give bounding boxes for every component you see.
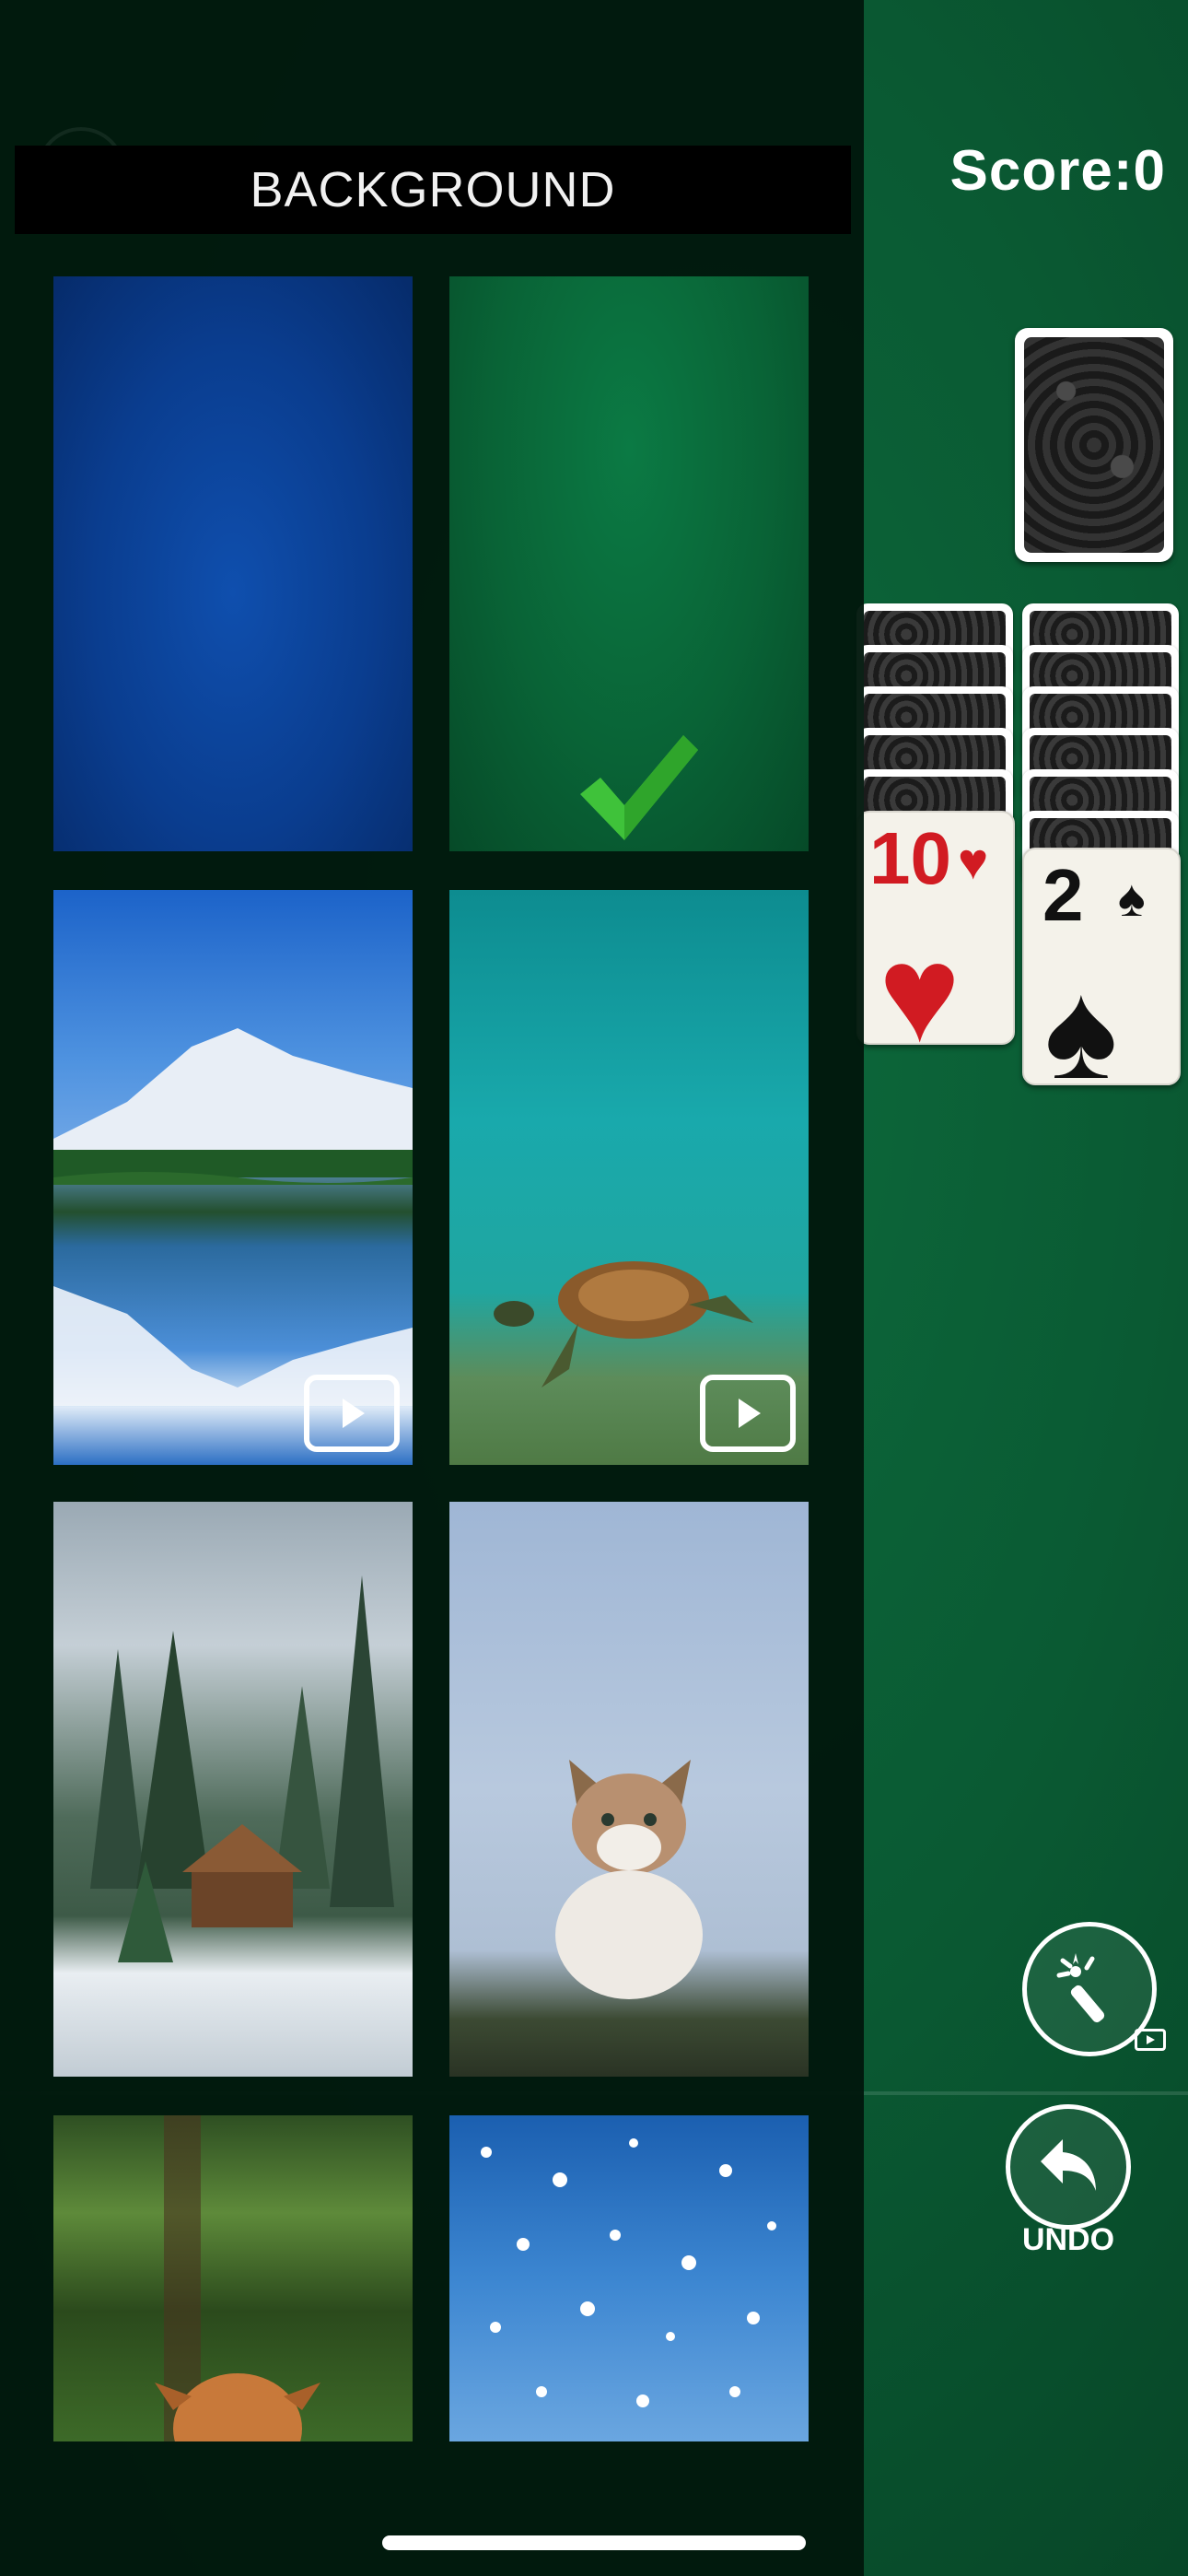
background-tile-cat[interactable] — [449, 1502, 809, 2077]
background-tile-blue[interactable] — [53, 276, 413, 851]
drawer-header: BACKGROUND — [15, 146, 851, 234]
snowfall-artwork — [481, 2138, 776, 2407]
background-tile-winter-cabin[interactable] — [53, 1502, 413, 2077]
winter-cabin-artwork — [90, 1575, 394, 1962]
magic-wand-icon — [1056, 1953, 1105, 2023]
background-tile-mountain-lake[interactable] — [53, 890, 413, 1465]
stock-pile[interactable] — [1015, 328, 1173, 562]
undo-button[interactable] — [1006, 2104, 1131, 2230]
undo-label: UNDO — [1021, 2222, 1115, 2257]
selected-check-icon — [580, 735, 698, 840]
watch-ad-button[interactable] — [700, 1375, 796, 1452]
play-icon — [739, 1399, 761, 1428]
undo-arrow-icon — [1041, 2139, 1096, 2191]
cat-artwork — [555, 1760, 703, 1999]
dog-artwork — [155, 2115, 320, 2441]
card-2-spades[interactable]: 2 ♠ ♠ — [1022, 848, 1181, 1107]
watch-ad-button[interactable] — [304, 1375, 400, 1452]
play-icon — [343, 1399, 365, 1428]
background-tile-dog-forest[interactable] — [53, 2115, 413, 2441]
background-tile-snowfall[interactable] — [449, 2115, 809, 2441]
background-drawer: BACKGROUND — [0, 0, 864, 2576]
video-ad-icon — [1135, 2029, 1166, 2051]
card-10-hearts[interactable]: 10 ♥ ♥ — [856, 811, 1015, 1071]
home-indicator[interactable] — [382, 2535, 806, 2550]
background-tile-sea-turtle[interactable] — [449, 890, 809, 1465]
score-label: Score:0 — [949, 139, 1166, 203]
drawer-title: BACKGROUND — [250, 162, 616, 217]
